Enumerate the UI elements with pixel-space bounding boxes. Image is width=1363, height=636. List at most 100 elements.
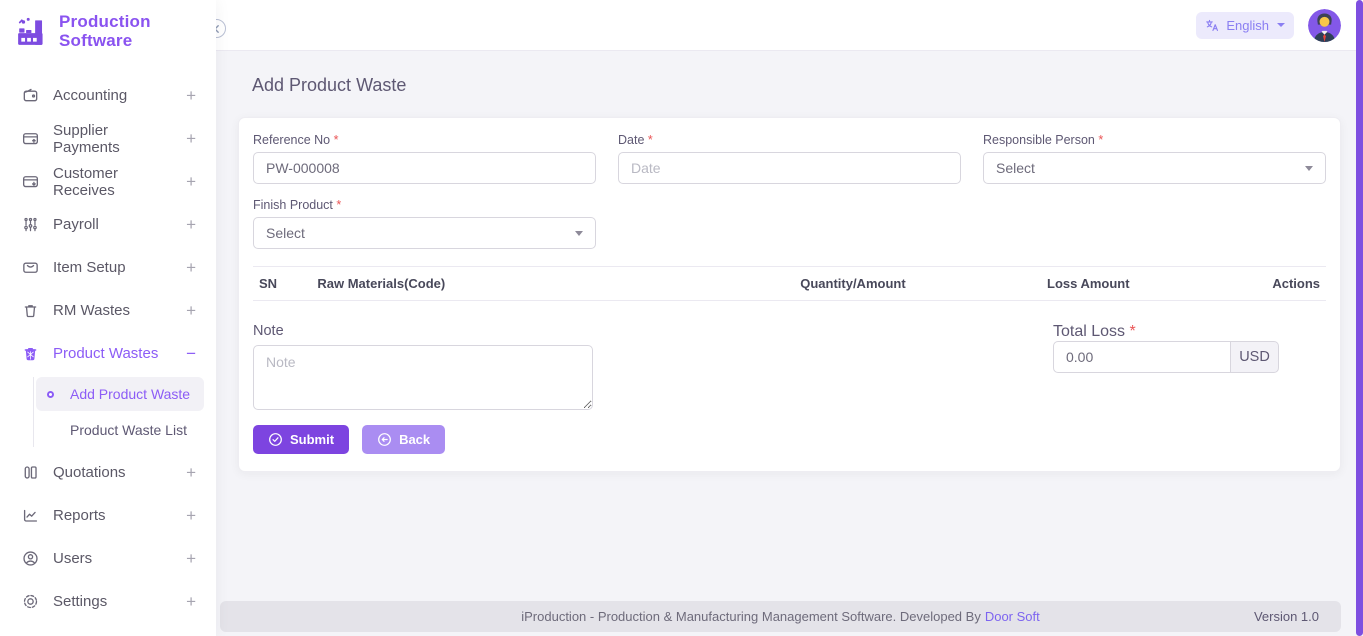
currency-addon: USD <box>1231 341 1279 373</box>
submit-button[interactable]: Submit <box>253 425 349 454</box>
finish-product-select[interactable]: Select <box>253 217 596 249</box>
chart-icon <box>20 506 40 526</box>
translate-icon <box>1205 18 1220 33</box>
payroll-icon <box>20 215 40 235</box>
col-raw-materials: Raw Materials(Code) <box>311 267 794 301</box>
reference-no-label: Reference No <box>253 133 330 147</box>
expand-plus-icon[interactable]: + <box>186 258 196 278</box>
back-button[interactable]: Back <box>362 425 445 454</box>
sidebar-item-users[interactable]: Users + <box>0 537 216 580</box>
sidebar-subitem-label: Product Waste List <box>70 422 187 438</box>
expand-plus-icon[interactable]: + <box>186 592 196 612</box>
door-soft-link[interactable]: Door Soft <box>985 609 1040 624</box>
submit-label: Submit <box>290 432 334 447</box>
sidebar-subitem-product-waste-list[interactable]: Product Waste List <box>36 413 204 447</box>
expand-plus-icon[interactable]: + <box>186 549 196 569</box>
page-footer: iProduction - Production & Manufacturing… <box>220 601 1341 632</box>
sidebar-item-label: Customer Receives <box>53 165 173 199</box>
sidebar-item-label: Quotations <box>53 464 126 481</box>
page-title: Add Product Waste <box>252 75 1341 96</box>
required-asterisk: * <box>1098 133 1103 147</box>
back-label: Back <box>399 432 430 447</box>
sidebar-item-reports[interactable]: Reports + <box>0 494 216 537</box>
trash-filled-icon <box>20 344 40 364</box>
factory-logo-icon <box>16 14 50 48</box>
active-bullet-icon <box>47 391 61 398</box>
total-loss-label: Total Loss <box>1053 323 1125 340</box>
note-field: Note <box>253 323 593 415</box>
reference-no-input[interactable] <box>253 152 596 184</box>
add-product-waste-card: Reference No * Date * Responsible Person… <box>238 117 1341 472</box>
raw-materials-table: SN Raw Materials(Code) Quantity/Amount L… <box>253 266 1326 301</box>
caret-down-icon <box>575 231 583 236</box>
sidebar-item-accounting[interactable]: Accounting + <box>0 74 216 117</box>
gear-icon <box>20 592 40 612</box>
expand-plus-icon[interactable]: + <box>186 86 196 106</box>
finish-product-field: Finish Product * Select <box>253 198 596 249</box>
vertical-scrollbar[interactable] <box>1356 0 1363 636</box>
box-icon <box>20 258 40 278</box>
main-column: English Add Product Waste Reference No <box>216 0 1363 636</box>
selected-value: Select <box>266 225 305 241</box>
sidebar-item-quotations[interactable]: Quotations + <box>0 451 216 494</box>
card-arrow-down-icon <box>20 172 40 192</box>
col-actions: Actions <box>1266 267 1326 301</box>
sidebar-subitem-add-product-waste[interactable]: Add Product Waste <box>36 377 204 411</box>
sidebar-subitem-label: Add Product Waste <box>70 386 190 402</box>
responsible-person-select[interactable]: Select <box>983 152 1326 184</box>
wallet-icon <box>20 86 40 106</box>
sidebar-item-label: Payroll <box>53 216 99 233</box>
total-loss-input[interactable] <box>1053 341 1231 373</box>
sidebar-item-label: Accounting <box>53 87 127 104</box>
caret-down-icon <box>1277 23 1285 27</box>
expand-plus-icon[interactable]: + <box>186 172 196 192</box>
sidebar-item-rm-wastes[interactable]: RM Wastes + <box>0 289 216 332</box>
sidebar-item-item-setup[interactable]: Item Setup + <box>0 246 216 289</box>
sidebar-item-payroll[interactable]: Payroll + <box>0 203 216 246</box>
sidebar-item-label: Reports <box>53 507 106 524</box>
sidebar-item-label: Item Setup <box>53 259 126 276</box>
caret-down-icon <box>1305 166 1313 171</box>
language-selector[interactable]: English <box>1196 12 1294 39</box>
note-textarea[interactable] <box>253 345 593 410</box>
sidebar-item-supplier-payments[interactable]: Supplier Payments + <box>0 117 216 160</box>
sidebar-item-label: Settings <box>53 593 107 610</box>
required-asterisk: * <box>1130 323 1136 340</box>
collapse-minus-icon[interactable]: − <box>186 344 196 364</box>
sidebar-item-label: Product Wastes <box>53 345 158 362</box>
date-field: Date * <box>618 133 961 184</box>
note-label: Note <box>253 323 593 339</box>
page-content: Add Product Waste Reference No * Date * … <box>216 51 1363 601</box>
expand-plus-icon[interactable]: + <box>186 215 196 235</box>
sidebar-item-settings[interactable]: Settings + <box>0 580 216 623</box>
expand-plus-icon[interactable]: + <box>186 506 196 526</box>
reference-no-field: Reference No * <box>253 133 596 184</box>
user-avatar[interactable] <box>1308 9 1341 42</box>
sidebar-nav: Accounting + Supplier Payments + Custome… <box>0 74 216 623</box>
total-loss-field: Total Loss * USD <box>1053 323 1279 373</box>
expand-plus-icon[interactable]: + <box>186 301 196 321</box>
sidebar-item-label: RM Wastes <box>53 302 130 319</box>
expand-plus-icon[interactable]: + <box>186 129 196 149</box>
version-label: Version 1.0 <box>1254 609 1319 624</box>
trash-icon <box>20 301 40 321</box>
sidebar: Production Software Accounting + Supplie <box>0 0 216 636</box>
responsible-person-label: Responsible Person <box>983 133 1095 147</box>
required-asterisk: * <box>648 133 653 147</box>
sidebar-item-label: Supplier Payments <box>53 122 173 156</box>
top-header: English <box>216 0 1363 51</box>
date-label: Date <box>618 133 644 147</box>
col-quantity-amount: Quantity/Amount <box>794 267 1041 301</box>
finish-product-label: Finish Product <box>253 198 333 212</box>
app-logo[interactable]: Production Software <box>0 0 216 60</box>
footer-text: iProduction - Production & Manufacturing… <box>521 609 1040 624</box>
responsible-person-field: Responsible Person * Select <box>983 133 1326 184</box>
date-input[interactable] <box>618 152 961 184</box>
sidebar-item-label: Users <box>53 550 92 567</box>
expand-plus-icon[interactable]: + <box>186 463 196 483</box>
col-sn: SN <box>253 267 311 301</box>
card-arrow-up-icon <box>20 129 40 149</box>
sidebar-item-product-wastes[interactable]: Product Wastes − <box>0 332 216 375</box>
product-wastes-submenu: Add Product Waste Product Waste List <box>33 377 216 447</box>
sidebar-item-customer-receives[interactable]: Customer Receives + <box>0 160 216 203</box>
